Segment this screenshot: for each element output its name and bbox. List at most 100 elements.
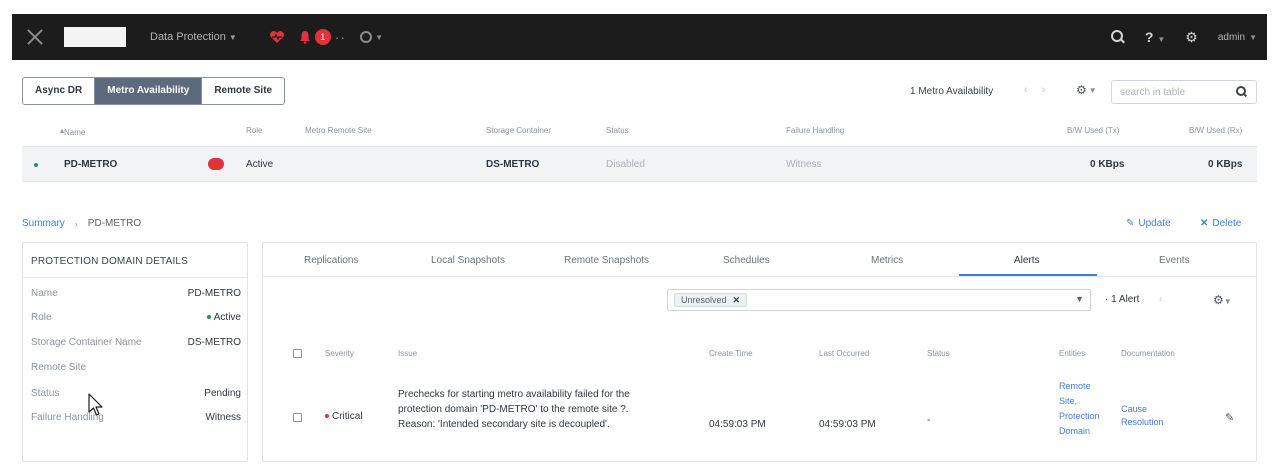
severity-text: Critical	[332, 411, 363, 422]
close-icon: ✕	[1200, 218, 1209, 229]
column-header-create-time[interactable]: Create Time	[709, 349, 753, 358]
column-header-status[interactable]: Status	[606, 126, 629, 135]
chevron-down-icon[interactable]: ▼	[1075, 294, 1084, 304]
column-header-failure-handling[interactable]: Failure Handling	[786, 126, 844, 135]
search-icon[interactable]	[1236, 86, 1248, 98]
tab-events[interactable]: Events	[1159, 255, 1190, 266]
prev-page-icon[interactable]: ‹	[1024, 84, 1028, 96]
column-header-bw-tx[interactable]: B/W Used (Tx)	[1067, 126, 1119, 135]
filter-chip-label: Unresolved	[681, 295, 727, 305]
update-button[interactable]: ✎ Update	[1126, 218, 1171, 229]
row-issue: Prechecks for starting metro availabilit…	[398, 389, 630, 430]
tab-local-snapshots[interactable]: Local Snapshots	[431, 255, 505, 266]
chevron-down-icon: ▼	[375, 32, 383, 42]
tab-metro-availability[interactable]: Metro Availability	[95, 78, 203, 104]
row-bw-rx: 0 KBps	[1208, 159, 1243, 170]
breadcrumb-summary-link[interactable]: Summary	[22, 218, 65, 229]
tab-schedules[interactable]: Schedules	[723, 255, 770, 266]
delete-label: Delete	[1212, 218, 1242, 229]
detail-value: Witness	[205, 412, 241, 423]
update-label: Update	[1138, 218, 1171, 229]
tab-remote-site[interactable]: Remote Site	[202, 78, 285, 104]
row-entities-link[interactable]: Remote Site, Protection Domain	[1059, 379, 1100, 439]
tab-replications[interactable]: Replications	[304, 255, 358, 266]
help-icon[interactable]: ? ▼	[1145, 29, 1165, 45]
tab-remote-snapshots[interactable]: Remote Snapshots	[564, 255, 649, 266]
row-status: -	[927, 415, 931, 426]
search-icon[interactable]	[1110, 30, 1125, 44]
close-icon[interactable]	[26, 28, 44, 46]
column-header-last-occurred[interactable]: Last Occurred	[819, 349, 869, 358]
user-menu[interactable]: admin ▼	[1218, 32, 1257, 43]
row-last-occurred: 04:59:03 PM	[819, 419, 876, 430]
alert-filter-input[interactable]: Unresolved ✕ ▼	[667, 289, 1091, 311]
select-all-checkbox[interactable]	[293, 349, 302, 358]
column-header-issue[interactable]: Issue	[398, 349, 417, 358]
gear-icon: ⚙	[1076, 83, 1087, 97]
row-storage-container: DS-METRO	[486, 159, 540, 170]
gear-icon[interactable]: ⚙	[1185, 29, 1198, 46]
column-header-severity[interactable]: Severity	[325, 349, 354, 358]
metro-badge-icon	[208, 158, 224, 170]
table-search-box	[1111, 80, 1257, 104]
protection-domain-tabs-panel: Replications Local Snapshots Remote Snap…	[262, 242, 1257, 462]
tasks-menu[interactable]: ▼	[360, 31, 383, 43]
divider	[23, 277, 247, 278]
row-severity: Critical	[325, 411, 363, 422]
row-name[interactable]: PD-METRO	[64, 159, 117, 170]
detail-value: PD-METRO	[187, 288, 241, 299]
alerts-pager: ‹	[1159, 294, 1162, 305]
table-settings-button[interactable]: ⚙ ▼	[1076, 83, 1097, 97]
logo[interactable]	[64, 27, 126, 47]
column-header-entities[interactable]: Entities	[1059, 349, 1085, 358]
table-pager: ‹ ›	[1024, 84, 1045, 96]
mouse-cursor-icon	[88, 393, 106, 419]
detail-row-name: Name PD-METRO	[31, 288, 241, 304]
alert-count-badge[interactable]: 1	[314, 29, 331, 45]
column-header-name[interactable]: ▴ Name	[60, 126, 85, 137]
detail-row-role: Role Active	[31, 312, 241, 328]
next-page-icon[interactable]: ›	[1042, 84, 1046, 96]
top-navigation-bar: Data Protection ▼ 1 ·· ▼ ? ▼ ⚙ admin ▼	[12, 14, 1267, 60]
alerts-settings-button[interactable]: ⚙▼	[1213, 293, 1232, 307]
row-documentation-link[interactable]: Cause Resolution	[1121, 403, 1181, 429]
detail-key: Remote Site	[31, 362, 87, 373]
tab-metrics[interactable]: Metrics	[871, 255, 903, 266]
row-bw-tx: 0 KBps	[1090, 159, 1125, 170]
detail-value: Active	[213, 312, 241, 323]
table-count-label: 1 Metro Availability	[910, 86, 994, 97]
column-header-remote-site[interactable]: Metro Remote Site	[305, 126, 372, 135]
breadcrumb: Summary › PD-METRO	[22, 218, 141, 229]
column-header-role[interactable]: Role	[246, 126, 262, 135]
pencil-icon[interactable]: ✎	[1225, 411, 1234, 424]
details-title: PROTECTION DOMAIN DETAILS	[31, 256, 189, 267]
protection-domain-details-panel: PROTECTION DOMAIN DETAILS Name PD-METRO …	[22, 242, 248, 462]
column-header-documentation[interactable]: Documentation	[1121, 349, 1175, 358]
filter-chip: Unresolved ✕	[674, 293, 748, 307]
data-protection-menu[interactable]: Data Protection ▼	[150, 31, 237, 43]
detail-row-failure-handling: Failure Handling Witness	[31, 412, 241, 428]
chip-remove-icon[interactable]: ✕	[733, 295, 741, 306]
tab-alerts[interactable]: Alerts	[1014, 255, 1040, 266]
column-header-status[interactable]: Status	[927, 349, 950, 358]
table-row[interactable]: PD-METRO Active DS-METRO Disabled Witnes…	[22, 146, 1257, 182]
tab-async-dr[interactable]: Async DR	[23, 78, 96, 104]
detail-row-remote-site: Remote Site	[31, 362, 241, 378]
bell-icon[interactable]	[299, 30, 311, 44]
subtab-bar: Replications Local Snapshots Remote Snap…	[263, 243, 1256, 277]
detail-value: DS-METRO	[187, 337, 241, 348]
row-status: Disabled	[606, 159, 645, 170]
prev-page-icon[interactable]: ‹	[1159, 294, 1162, 305]
detail-row-status: Status Pending	[31, 388, 241, 404]
column-header-bw-rx[interactable]: B/W Used (Rx)	[1189, 126, 1242, 135]
table-search-input[interactable]	[1120, 86, 1230, 98]
table-row[interactable]: Critical Prechecks for starting metro av…	[263, 371, 1256, 461]
delete-button[interactable]: ✕ Delete	[1200, 218, 1241, 229]
row-checkbox[interactable]	[293, 413, 302, 422]
column-header-storage-container[interactable]: Storage Container	[486, 126, 551, 135]
detail-key: Role	[31, 312, 52, 323]
more-dots-icon[interactable]: ··	[335, 29, 346, 45]
chevron-down-icon: ▼	[228, 32, 237, 42]
detail-value-wrap: Active	[206, 312, 241, 323]
health-heart-icon[interactable]	[269, 31, 285, 43]
